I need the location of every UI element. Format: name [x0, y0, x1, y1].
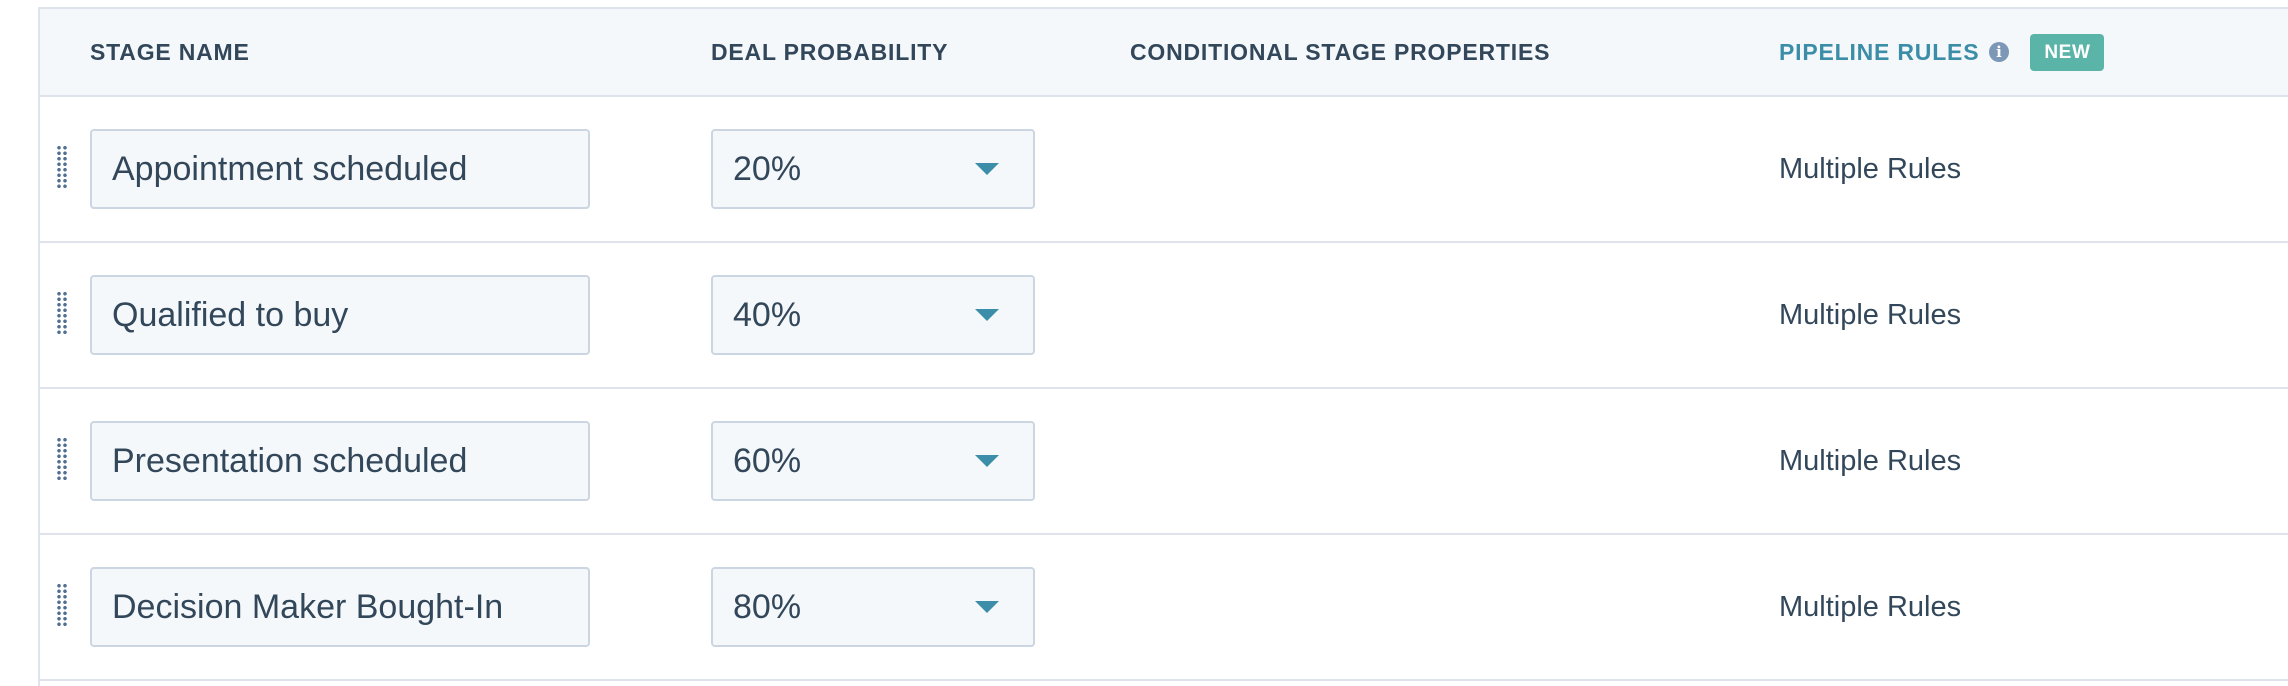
deal-probability-dropdown[interactable]: 20% [711, 129, 1035, 209]
caret-down-icon [975, 601, 999, 613]
pipeline-rules-label[interactable]: PIPELINE RULES [1779, 39, 1979, 66]
table-row: 40% Multiple Rules [40, 243, 2288, 389]
info-icon[interactable]: i [1989, 42, 2010, 62]
deal-probability-value: 40% [733, 295, 802, 334]
drag-handle-icon[interactable] [56, 291, 68, 335]
drag-handle-icon[interactable] [56, 583, 68, 627]
column-header-pipeline-rules: PIPELINE RULES i NEW [1779, 9, 2105, 95]
column-header-conditional-stage-properties: CONDITIONAL STAGE PROPERTIES [1130, 38, 1551, 65]
table-header: STAGE NAME DEAL PROBABILITY CONDITIONAL … [40, 9, 2288, 97]
stage-name-input[interactable] [90, 567, 590, 647]
drag-handle-icon[interactable] [56, 437, 68, 481]
pipeline-rules-cell[interactable]: Multiple Rules [1779, 389, 1961, 533]
table-row: 60% Multiple Rules [40, 389, 2288, 535]
deal-probability-value: 20% [733, 149, 802, 188]
stage-name-input[interactable] [90, 421, 590, 501]
column-header-stage-name: STAGE NAME [90, 38, 250, 65]
caret-down-icon [975, 163, 999, 175]
deal-probability-dropdown[interactable]: 40% [711, 275, 1035, 355]
deal-probability-value: 80% [733, 587, 802, 626]
pipeline-rules-cell[interactable]: Multiple Rules [1779, 97, 1961, 241]
table-row: 20% Multiple Rules [40, 97, 2288, 243]
pipeline-rules-cell[interactable]: Multiple Rules [1779, 535, 1961, 679]
deal-probability-dropdown[interactable]: 60% [711, 421, 1035, 501]
table-row: 80% Multiple Rules [40, 535, 2288, 681]
deal-probability-value: 60% [733, 441, 802, 480]
stage-name-input[interactable] [90, 129, 590, 209]
stage-name-input[interactable] [90, 275, 590, 355]
deal-probability-dropdown[interactable]: 80% [711, 567, 1035, 647]
pipeline-rules-cell[interactable]: Multiple Rules [1779, 243, 1961, 387]
column-header-deal-probability: DEAL PROBABILITY [711, 38, 949, 65]
drag-handle-icon[interactable] [56, 145, 68, 189]
new-badge: NEW [2030, 33, 2105, 71]
pipeline-stages-table: STAGE NAME DEAL PROBABILITY CONDITIONAL … [38, 7, 2288, 686]
caret-down-icon [975, 455, 999, 467]
caret-down-icon [975, 309, 999, 321]
